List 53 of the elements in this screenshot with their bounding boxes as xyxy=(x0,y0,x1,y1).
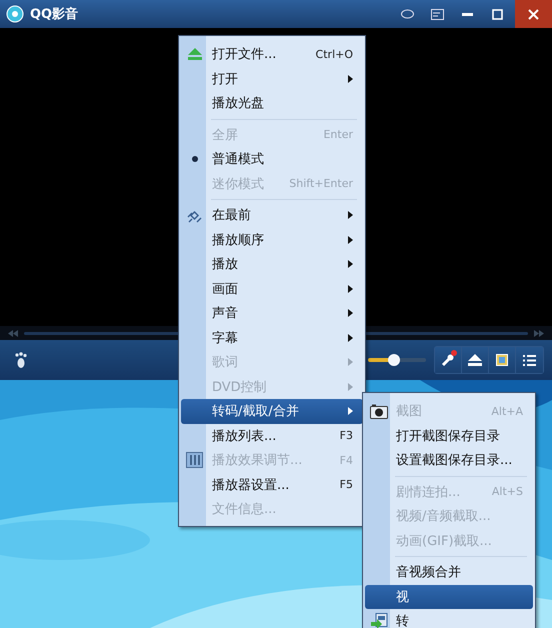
menu-item[interactable]: 播放器设置... F5 xyxy=(181,472,363,497)
app-logo-icon xyxy=(6,5,24,23)
submenu-arrow-icon xyxy=(348,407,353,416)
menu-item[interactable]: 声音 xyxy=(181,301,363,326)
wrench-icon xyxy=(441,353,455,367)
menu-item[interactable]: 设置截图保存目录... xyxy=(365,448,533,472)
volume-thumb[interactable] xyxy=(388,354,400,366)
list-icon xyxy=(523,354,536,366)
frame-icon xyxy=(496,354,508,366)
radio-dot-icon xyxy=(192,156,198,162)
minimize-icon xyxy=(462,12,472,16)
fast-forward-icon xyxy=(534,330,544,336)
close-button[interactable] xyxy=(515,0,552,28)
menu-item[interactable]: 打开 xyxy=(181,66,363,91)
convert-icon xyxy=(370,612,388,628)
menu-item[interactable]: 打开文件... Ctrl+O xyxy=(181,42,363,66)
equalizer-icon xyxy=(186,452,203,468)
speech-bubble-icon xyxy=(400,8,414,20)
eject-icon xyxy=(468,354,482,366)
picture-button[interactable] xyxy=(489,347,516,373)
window-title: QQ影音 xyxy=(30,6,80,23)
eject-icon xyxy=(186,47,202,62)
submenu-arrow-icon xyxy=(348,334,353,342)
menu-item[interactable]: 播放光盘 xyxy=(181,91,363,116)
menu-item[interactable]: 打开截图保存目录 xyxy=(365,424,533,448)
submenu-arrow-icon xyxy=(348,358,353,366)
menu-item[interactable]: 视 xyxy=(365,584,533,609)
menu-item[interactable]: 转 xyxy=(365,609,533,628)
footprint-icon[interactable] xyxy=(14,352,28,368)
submenu-arrow-icon xyxy=(348,284,353,293)
menu-item[interactable]: 转码/截取/合并 xyxy=(181,399,363,424)
menu-item[interactable]: 字幕 xyxy=(181,326,363,350)
menu-item[interactable]: 播放列表... F3 xyxy=(181,424,363,448)
submenu-arrow-icon xyxy=(348,382,353,391)
menu-item[interactable]: 普通模式 xyxy=(181,147,363,172)
rewind-icon xyxy=(8,330,18,336)
menu-item[interactable]: 播放 xyxy=(181,252,363,276)
window-icon xyxy=(430,8,444,20)
close-icon xyxy=(528,8,539,20)
submenu-arrow-icon xyxy=(348,260,353,268)
submenu-arrow-icon xyxy=(348,74,353,83)
menu-item[interactable]: 音视频合并 xyxy=(365,560,533,584)
menu-item[interactable]: 播放顺序 xyxy=(181,228,363,252)
playlist-button[interactable] xyxy=(516,347,543,373)
menu-item[interactable]: 在最前 xyxy=(181,203,363,228)
menu-item[interactable]: 画面 xyxy=(181,276,363,301)
eject-button[interactable] xyxy=(462,347,489,373)
submenu-arrow-icon xyxy=(348,211,353,220)
camera-icon xyxy=(370,404,388,419)
maximize-icon xyxy=(492,8,502,20)
settings-button[interactable] xyxy=(435,347,462,373)
submenu-arrow-icon xyxy=(348,309,353,318)
submenu-arrow-icon xyxy=(348,236,353,244)
